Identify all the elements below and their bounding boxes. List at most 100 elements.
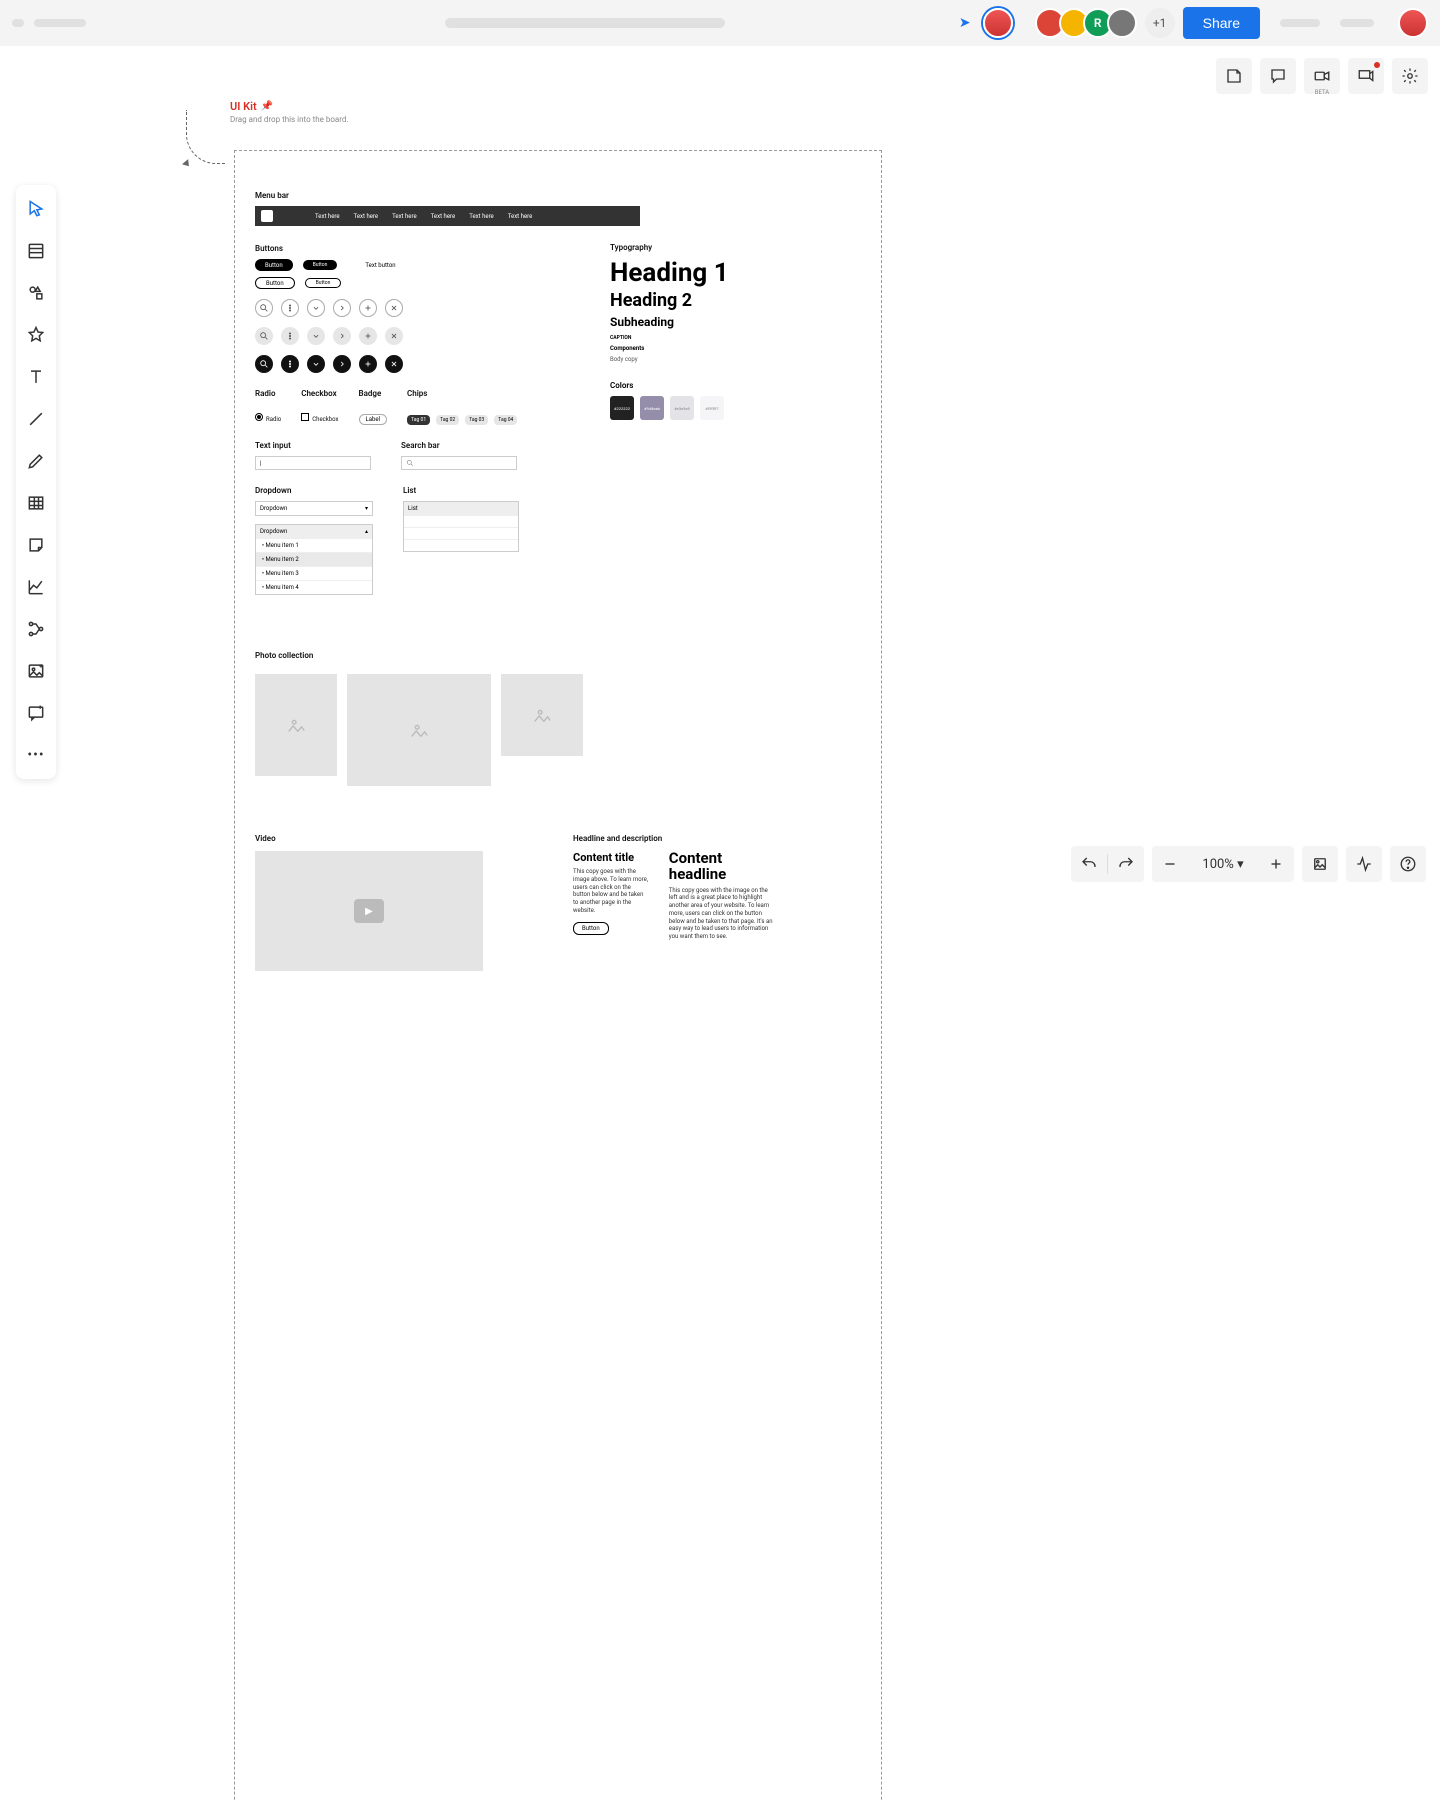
list-component[interactable]: List: [403, 501, 519, 552]
sticky-note-icon[interactable]: [20, 529, 52, 561]
menubar-component[interactable]: Text here Text here Text here Text here …: [255, 206, 640, 226]
play-icon[interactable]: ▶: [354, 899, 384, 923]
table-icon[interactable]: [20, 487, 52, 519]
search-input[interactable]: [401, 456, 517, 470]
share-button[interactable]: Share: [1183, 7, 1260, 39]
chevron-down-icon[interactable]: [307, 299, 325, 317]
swatch[interactable]: #f5f5f7: [700, 396, 724, 420]
list-item[interactable]: [404, 527, 518, 539]
fit-view-icon[interactable]: [1302, 846, 1338, 882]
menubar-item[interactable]: Text here: [315, 213, 340, 220]
chevron-right-icon[interactable]: [333, 327, 351, 345]
text-button[interactable]: Text button: [365, 262, 395, 269]
more-collaborators[interactable]: +1: [1145, 8, 1175, 38]
avatar-4[interactable]: [1107, 8, 1137, 38]
profile-avatar[interactable]: [1398, 8, 1428, 38]
settings-icon[interactable]: [1392, 58, 1428, 94]
canvas[interactable]: UI Kit 📌 Drag and drop this into the boa…: [186, 100, 1380, 900]
connector-icon[interactable]: [20, 613, 52, 645]
more-tools-icon[interactable]: •••: [20, 739, 52, 771]
photo-placeholder[interactable]: [347, 674, 491, 786]
close-icon[interactable]: [385, 299, 403, 317]
frame-title[interactable]: UI Kit 📌: [230, 100, 1380, 113]
ui-kit-frame[interactable]: Menu bar Text here Text here Text here T…: [234, 150, 882, 1800]
breadcrumb-stub[interactable]: [445, 18, 725, 28]
activity-icon[interactable]: [1346, 846, 1382, 882]
chip[interactable]: Tag 03: [465, 415, 488, 425]
topbar-stub-2[interactable]: [1340, 19, 1374, 27]
plus-icon[interactable]: [359, 327, 377, 345]
collaborator-avatars[interactable]: R: [1041, 8, 1137, 38]
swatch[interactable]: #e3e3e8: [670, 396, 694, 420]
video-icon[interactable]: [1304, 58, 1340, 94]
radio-input[interactable]: [255, 413, 263, 421]
chart-icon[interactable]: [20, 571, 52, 603]
checkbox-input[interactable]: [301, 413, 309, 421]
button-solid-small[interactable]: Button: [303, 260, 338, 270]
chip[interactable]: Tag 04: [494, 415, 517, 425]
search-icon[interactable]: [255, 355, 273, 373]
chevron-down-icon[interactable]: [307, 327, 325, 345]
dropdown-item[interactable]: • Menu item 1: [256, 538, 372, 552]
video-placeholder[interactable]: ▶: [255, 851, 483, 971]
button-outline[interactable]: Button: [255, 277, 295, 289]
photo-placeholder[interactable]: [255, 674, 337, 776]
menu-icon-stub[interactable]: [12, 19, 24, 27]
topbar: ➤ R +1 Share: [0, 0, 1440, 46]
dropdown-item[interactable]: • Menu item 4: [256, 580, 372, 594]
button-solid[interactable]: Button: [255, 259, 293, 271]
dropdown-open[interactable]: Dropdown▴ • Menu item 1 • Menu item 2 • …: [255, 524, 373, 595]
close-icon[interactable]: [385, 355, 403, 373]
dropdown-closed[interactable]: Dropdown▾: [255, 501, 373, 516]
text-input[interactable]: |: [255, 456, 371, 470]
redo-button[interactable]: [1108, 846, 1144, 882]
active-user-avatar[interactable]: [983, 8, 1013, 38]
checkbox-label: Checkbox: [312, 416, 338, 423]
present-icon[interactable]: [1348, 58, 1384, 94]
list-item[interactable]: [404, 515, 518, 527]
undo-button[interactable]: [1071, 846, 1107, 882]
pen-tool-icon[interactable]: [20, 445, 52, 477]
plus-icon[interactable]: [359, 355, 377, 373]
menubar-item[interactable]: Text here: [508, 213, 533, 220]
chevron-right-icon[interactable]: [333, 355, 351, 373]
chip[interactable]: Tag 01: [407, 415, 430, 425]
help-icon[interactable]: [1390, 846, 1426, 882]
more-vertical-icon[interactable]: [281, 355, 299, 373]
star-icon[interactable]: [20, 319, 52, 351]
swatch[interactable]: #222222: [610, 396, 634, 420]
templates-icon[interactable]: [20, 235, 52, 267]
select-tool-icon[interactable]: [20, 193, 52, 225]
zoom-level[interactable]: 100% ▾: [1188, 857, 1258, 872]
comment-icon[interactable]: [1260, 58, 1296, 94]
dropdown-item[interactable]: • Menu item 2: [256, 552, 372, 566]
close-icon[interactable]: [385, 327, 403, 345]
more-vertical-icon[interactable]: [281, 299, 299, 317]
frame-comment-icon[interactable]: [20, 697, 52, 729]
shapes-icon[interactable]: [20, 277, 52, 309]
dropdown-item[interactable]: • Menu item 3: [256, 566, 372, 580]
photo-placeholder[interactable]: [501, 674, 583, 756]
menubar-item[interactable]: Text here: [392, 213, 417, 220]
plus-icon[interactable]: [359, 299, 377, 317]
more-vertical-icon[interactable]: [281, 327, 299, 345]
note-icon[interactable]: [1216, 58, 1252, 94]
content-button[interactable]: Button: [573, 922, 609, 935]
search-icon[interactable]: [255, 327, 273, 345]
list-item[interactable]: [404, 539, 518, 551]
menubar-item[interactable]: Text here: [469, 213, 494, 220]
chip[interactable]: Tag 02: [436, 415, 459, 425]
menubar-item[interactable]: Text here: [354, 213, 379, 220]
search-icon[interactable]: [255, 299, 273, 317]
topbar-stub-1[interactable]: [1280, 19, 1320, 27]
text-tool-icon[interactable]: [20, 361, 52, 393]
image-icon[interactable]: [20, 655, 52, 687]
zoom-out-button[interactable]: [1152, 846, 1188, 882]
line-tool-icon[interactable]: [20, 403, 52, 435]
button-outline-small[interactable]: Button: [305, 278, 342, 288]
chevron-down-icon[interactable]: [307, 355, 325, 373]
chevron-right-icon[interactable]: [333, 299, 351, 317]
menubar-item[interactable]: Text here: [431, 213, 456, 220]
zoom-in-button[interactable]: [1258, 846, 1294, 882]
swatch[interactable]: #948eab: [640, 396, 664, 420]
